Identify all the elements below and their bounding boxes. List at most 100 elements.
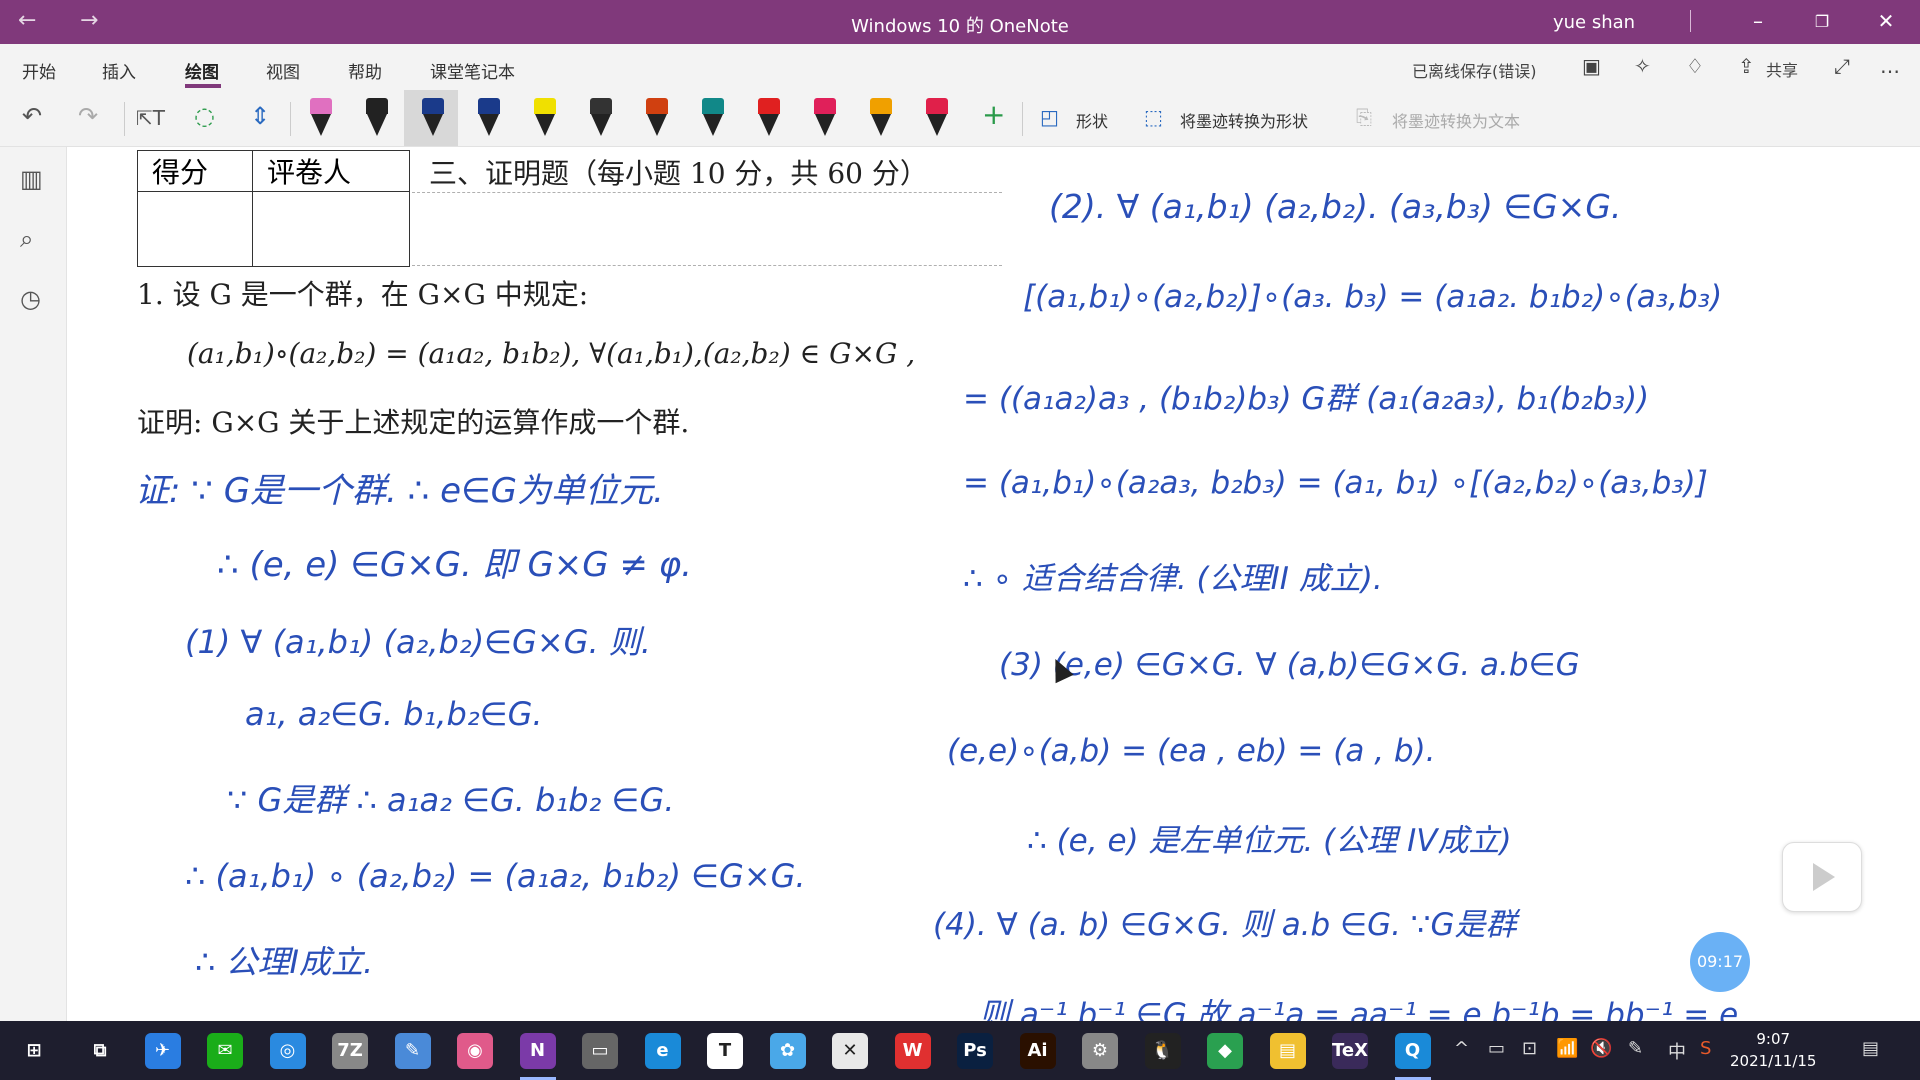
share-label[interactable]: 共享 xyxy=(1766,57,1798,81)
taskbar-latex-icon[interactable]: TeX xyxy=(1332,1033,1368,1069)
pen-2-icon[interactable] xyxy=(364,98,390,140)
pen-cap xyxy=(702,98,724,114)
bell-icon[interactable]: ♢ xyxy=(1686,54,1704,78)
taskbar-taskview-icon[interactable]: ⧉ xyxy=(82,1033,118,1069)
close-button[interactable]: ✕ xyxy=(1866,9,1906,33)
taskbar-xmind-icon[interactable]: ✕ xyxy=(832,1033,868,1069)
pen-3-icon[interactable] xyxy=(420,98,446,140)
taskbar-chart-app-icon[interactable]: ◆ xyxy=(1207,1033,1243,1069)
taskbar-wechat-icon[interactable]: ✉ xyxy=(207,1033,243,1069)
pen-11-icon[interactable] xyxy=(868,98,894,140)
pen-cap xyxy=(366,98,388,114)
lasso-select-icon[interactable]: ◌ xyxy=(194,102,215,130)
taskbar-paint-icon[interactable]: ✎ xyxy=(394,1033,431,1069)
pen-tip xyxy=(647,114,667,136)
pen-cap xyxy=(534,98,556,114)
tray-wifi-icon[interactable]: 📶 xyxy=(1556,1038,1578,1059)
problem-statement: 1. 设 G 是一个群，在 G×G 中规定: xyxy=(137,278,589,311)
handwriting-line: (1) ∀ (a₁,b₁) (a₂,b₂)∈G×G. 则. xyxy=(185,623,651,661)
floating-timer-badge[interactable]: 09:17 xyxy=(1690,932,1750,992)
tray-pen-icon[interactable]: ✎ xyxy=(1628,1038,1643,1059)
taskbar-clock[interactable]: 9:07 2021/11/15 xyxy=(1730,1028,1816,1072)
taskbar-app-pink-icon[interactable]: ◉ xyxy=(457,1033,493,1069)
taskbar-start-icon[interactable]: ⊞ xyxy=(16,1033,52,1069)
pen-12-icon[interactable] xyxy=(924,98,950,140)
clock-date: 2021/11/15 xyxy=(1730,1052,1817,1070)
page-canvas[interactable]: 得分 评卷人 三、证明题（每小题 10 分，共 60 分） 1. 设 G 是一个… xyxy=(67,147,1920,1021)
lightbulb-icon[interactable]: ✧ xyxy=(1634,54,1651,78)
notebooks-icon[interactable]: ▥ xyxy=(20,165,43,193)
pen-10-icon[interactable] xyxy=(812,98,838,140)
pen-cap xyxy=(422,98,444,114)
share-icon[interactable]: ⇪ xyxy=(1738,54,1755,78)
taskbar-wps-icon[interactable]: W xyxy=(894,1033,931,1069)
minimize-button[interactable]: – xyxy=(1738,9,1778,33)
taskbar-feishu-icon[interactable]: ✈ xyxy=(144,1033,181,1069)
pen-tip xyxy=(815,114,835,136)
tray-display-icon[interactable]: ⊡ xyxy=(1522,1038,1537,1059)
handwriting-line: (3) (e,e) ∈G×G. ∀ (a,b)∈G×G. a.b∈G xyxy=(999,647,1580,683)
taskbar-monitor-icon[interactable]: ▭ xyxy=(582,1033,618,1069)
tab-insert[interactable]: 插入 xyxy=(102,58,136,83)
ime-indicator[interactable]: 中 xyxy=(1668,1038,1686,1064)
ribbon-tabs: 开始 插入 绘图 视图 帮助 课堂笔记本 已离线保存(错误) ▣ ✧ ♢ ⇪ 共… xyxy=(0,44,1920,90)
pen-cap xyxy=(814,98,836,114)
pen-tip xyxy=(871,114,891,136)
undo-icon[interactable]: ↶ xyxy=(22,102,42,130)
pen-8-icon[interactable] xyxy=(700,98,726,140)
tab-help[interactable]: 帮助 xyxy=(348,58,382,83)
grader-header: 评卷人 xyxy=(252,150,410,192)
tab-class-notebook[interactable]: 课堂笔记本 xyxy=(430,58,515,83)
sogou-ime-icon[interactable]: S xyxy=(1700,1038,1711,1059)
tab-home[interactable]: 开始 xyxy=(22,58,56,83)
expand-icon[interactable]: ⤢ xyxy=(1834,54,1850,78)
notification-icon[interactable]: ▤ xyxy=(1862,1038,1879,1059)
tray-chevron-icon[interactable]: ^ xyxy=(1454,1038,1469,1059)
user-name[interactable]: yue shan xyxy=(1553,12,1635,33)
shapes-button[interactable]: 形状 xyxy=(1076,108,1108,132)
toolbar-separator xyxy=(1022,102,1023,136)
taskbar-browser-360-icon[interactable]: ◎ xyxy=(269,1033,306,1069)
handwriting-line: ∵ G是群 ∴ a₁a₂ ∈G. b₁b₂ ∈G. xyxy=(227,781,675,819)
pen-cap xyxy=(590,98,612,114)
shapes-icon[interactable]: ◰ xyxy=(1040,105,1059,129)
restore-button[interactable]: ❐ xyxy=(1802,12,1842,31)
add-space-icon[interactable]: ⇕ xyxy=(250,102,270,130)
taskbar-qq-icon[interactable]: 🐧 xyxy=(1144,1033,1181,1069)
tray-battery-icon[interactable]: ▭ xyxy=(1488,1038,1505,1059)
ink-to-shape-button[interactable]: 将墨迹转换为形状 xyxy=(1180,108,1308,132)
add-pen-button[interactable]: + xyxy=(982,98,1005,131)
pen-7-icon[interactable] xyxy=(644,98,670,140)
tray-volume-icon[interactable]: 🔇 xyxy=(1590,1038,1612,1059)
tab-view[interactable]: 视图 xyxy=(266,58,300,83)
tab-draw[interactable]: 绘图 xyxy=(185,58,219,83)
more-icon[interactable]: … xyxy=(1880,54,1900,78)
search-icon[interactable]: ⌕ xyxy=(20,225,33,253)
pen-cap xyxy=(310,98,332,114)
taskbar-7zip-icon[interactable]: 7Z xyxy=(332,1033,368,1069)
notebook-icon[interactable]: ▣ xyxy=(1582,54,1601,78)
taskbar-photoshop-icon[interactable]: Ps xyxy=(957,1033,993,1069)
redo-icon[interactable]: ↷ xyxy=(78,102,98,130)
floating-play-widget[interactable] xyxy=(1782,842,1862,912)
clock-time: 9:07 xyxy=(1756,1030,1791,1048)
recent-icon[interactable]: ◷ xyxy=(20,285,41,313)
type-select-icon[interactable]: ⇱T xyxy=(136,106,165,130)
taskbar-settings-icon[interactable]: ⚙ xyxy=(1082,1033,1118,1069)
problem-task: 证明: G×G 关于上述规定的运算作成一个群. xyxy=(137,406,690,439)
taskbar-edge-icon[interactable]: e xyxy=(644,1033,681,1069)
taskbar-explorer-icon[interactable]: ▤ xyxy=(1269,1033,1306,1069)
pen-9-icon[interactable] xyxy=(756,98,782,140)
pen-1-icon[interactable] xyxy=(308,98,334,140)
taskbar-onenote-icon[interactable]: N xyxy=(519,1033,556,1069)
pen-4-icon[interactable] xyxy=(476,98,502,140)
handwriting-line: a₁, a₂∈G. b₁,b₂∈G. xyxy=(245,695,543,733)
taskbar-qq-browser-icon[interactable]: Q xyxy=(1394,1033,1431,1069)
pen-5-icon[interactable] xyxy=(532,98,558,140)
taskbar-typora-icon[interactable]: T xyxy=(707,1033,743,1069)
taskbar-illustrator-icon[interactable]: Ai xyxy=(1019,1033,1056,1069)
taskbar-flower-icon[interactable]: ✿ xyxy=(769,1033,806,1069)
ink-to-shape-icon[interactable]: ⬚ xyxy=(1144,105,1163,129)
active-tab-indicator xyxy=(185,84,221,88)
pen-6-icon[interactable] xyxy=(588,98,614,140)
